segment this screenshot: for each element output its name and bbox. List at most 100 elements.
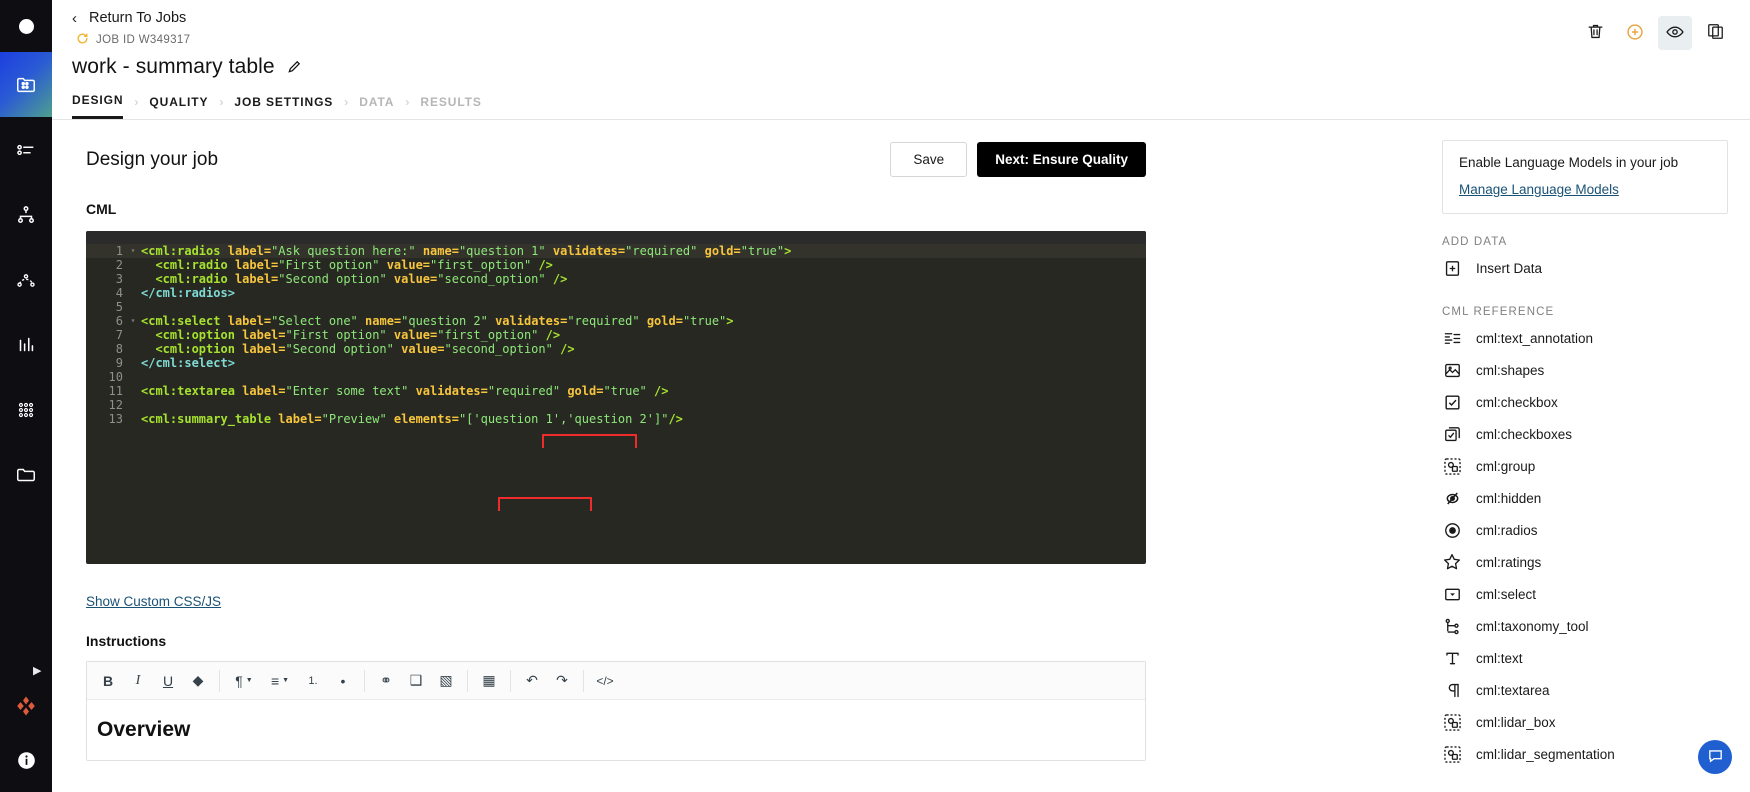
app-logo[interactable] [0,0,52,52]
code-line[interactable]: 10 [86,370,1146,384]
fold-toggle-icon [128,398,138,412]
tab-results[interactable]: RESULTS [420,95,481,118]
duplicate-job-button[interactable] [1698,16,1732,50]
line-number: 13 [108,412,123,426]
breadcrumb: DESIGN › QUALITY › JOB SETTINGS › DATA ›… [72,93,1730,119]
fold-toggle-icon [128,412,138,426]
job-id-text: JOB ID W349317 [96,33,191,46]
cml-reference-item-cml-select[interactable]: cml:select [1442,578,1728,610]
paragraph-style-button[interactable]: ¶ ▼ [226,666,262,696]
cml-reference-item-cml-checkbox[interactable]: cml:checkbox [1442,386,1728,418]
redo-button[interactable]: ↷ [547,666,577,696]
code-line[interactable]: 12 [86,398,1146,412]
folder-icon [15,464,37,486]
code-line[interactable]: 3 <cml:radio label="Second option" value… [86,272,1146,286]
code-line[interactable]: 7 <cml:option label="First option" value… [86,328,1146,342]
code-lines[interactable]: 1 ▾ <cml:radios label="Ask question here:"… [86,244,1146,426]
code-line[interactable]: 5 [86,300,1146,314]
sidebar-item-analytics[interactable] [0,312,52,377]
code-line[interactable]: 13 <cml:summary_table label="Preview" ele… [86,412,1146,426]
chevron-right-icon[interactable]: ▶ [33,666,41,677]
insert-data-item[interactable]: Insert Data [1442,252,1728,284]
cml-reference-item-cml-group[interactable]: cml:group [1442,450,1728,482]
radio-icon [1442,521,1462,540]
fold-toggle-icon[interactable]: ▾ [128,314,138,328]
next-ensure-quality-button[interactable]: Next: Ensure Quality [977,142,1146,177]
right-panel: Enable Language Models in your job Manag… [1420,120,1750,792]
delete-job-button[interactable] [1578,16,1612,50]
code-line[interactable]: 8 <cml:option label="Second option" valu… [86,342,1146,356]
rte-content[interactable]: Overview [87,700,1145,760]
sidebar-item-workflows[interactable] [0,182,52,247]
undo-button[interactable]: ↶ [517,666,547,696]
save-button[interactable]: Save [890,142,968,177]
cml-reference-item-cml-textarea[interactable]: cml:textarea [1442,674,1728,706]
file-icon: ▧ [439,672,453,688]
code-line[interactable]: 9 </cml:select> [86,356,1146,370]
code-line[interactable]: 6 ▾ <cml:select label="Select one" name="q… [86,314,1146,328]
instructions-label: Instructions [86,633,167,649]
table-icon: ▦ [482,672,496,688]
source-code-button[interactable]: </> [590,666,620,696]
cml-reference-list: cml:text_annotation cml:shapes cml:checkbo… [1442,322,1728,770]
cml-reference-item-cml-text[interactable]: cml:text [1442,642,1728,674]
toolbar-separator [583,669,584,692]
auto-enhance-button[interactable] [1618,16,1652,50]
info-icon [16,750,37,771]
return-to-jobs-link[interactable]: ‹ Return To Jobs [72,10,1730,26]
bullet-list-button[interactable]: • [328,666,358,696]
insert-table-button[interactable]: ▦ [474,666,504,696]
insert-file-button[interactable]: ▧ [431,666,461,696]
sidebar-item-info[interactable] [0,738,52,782]
cml-section-label: CML [86,201,117,217]
pilcrow-icon [1442,681,1462,700]
sidebar-item-projects[interactable] [0,52,52,117]
fold-toggle-icon [128,370,138,384]
ordered-list-button[interactable]: 1. [298,666,328,696]
sidebar-item-files[interactable] [0,442,52,507]
cml-reference-item-cml-radios[interactable]: cml:radios [1442,514,1728,546]
cml-reference-item-cml-text_annotation[interactable]: cml:text_annotation [1442,322,1728,354]
underline-button[interactable]: U [153,666,183,696]
bold-button[interactable]: B [93,666,123,696]
tab-design[interactable]: DESIGN [72,93,124,119]
fold-toggle-icon [128,286,138,300]
line-number: 9 [115,356,123,370]
sidebar-item-datasets[interactable] [0,377,52,442]
code-line[interactable]: 2 <cml:radio label="First option" value=… [86,258,1146,272]
cml-reference-item-cml-lidar_box[interactable]: cml:lidar_box [1442,706,1728,738]
sidebar-item-tasks[interactable] [0,117,52,182]
sidebar-item-connections[interactable] [0,247,52,312]
cml-reference-item-cml-shapes[interactable]: cml:shapes [1442,354,1728,386]
tab-quality[interactable]: QUALITY [149,95,208,118]
align-button[interactable]: ≡ ▼ [262,666,298,696]
cml-reference-item-cml-ratings[interactable]: cml:ratings [1442,546,1728,578]
code-line[interactable]: 11 <cml:textarea label="Enter some text" … [86,384,1146,398]
code-line[interactable]: 4 </cml:radios> [86,286,1146,300]
return-to-jobs-label: Return To Jobs [89,10,187,26]
tab-job-settings[interactable]: JOB SETTINGS [234,95,333,118]
cml-code-editor[interactable]: 1 ▾ <cml:radios label="Ask question here:"… [86,231,1146,564]
cml-reference-item-cml-checkboxes[interactable]: cml:checkboxes [1442,418,1728,450]
chat-fab-button[interactable] [1698,740,1732,774]
preview-job-button[interactable] [1658,16,1692,50]
fold-toggle-icon[interactable]: ▾ [128,244,138,258]
manage-language-models-link[interactable]: Manage Language Models [1459,182,1619,197]
fold-toggle-icon [128,300,138,314]
code-text: <cml:radio label="First option" value="f… [141,258,553,272]
cml-reference-item-cml-hidden[interactable]: cml:hidden [1442,482,1728,514]
pencil-icon[interactable] [286,59,302,75]
insert-image-button[interactable]: ❑ [401,666,431,696]
editor-top-strip [86,231,1146,244]
sidebar-item-apps[interactable] [0,673,52,738]
checkbox-icon [1442,393,1462,412]
code-line[interactable]: 1 ▾ <cml:radios label="Ask question here:"… [86,244,1146,258]
cml-reference-item-cml-taxonomy_tool[interactable]: cml:taxonomy_tool [1442,610,1728,642]
italic-button[interactable]: I [123,666,153,696]
insert-link-button[interactable]: ⚭ [371,666,401,696]
show-custom-css-js-link[interactable]: Show Custom CSS/JS [86,594,221,609]
cml-reference-item-cml-lidar_segmentation[interactable]: cml:lidar_segmentation [1442,738,1728,770]
tab-data[interactable]: DATA [359,95,394,118]
text-color-button[interactable]: ◆ [183,666,213,696]
